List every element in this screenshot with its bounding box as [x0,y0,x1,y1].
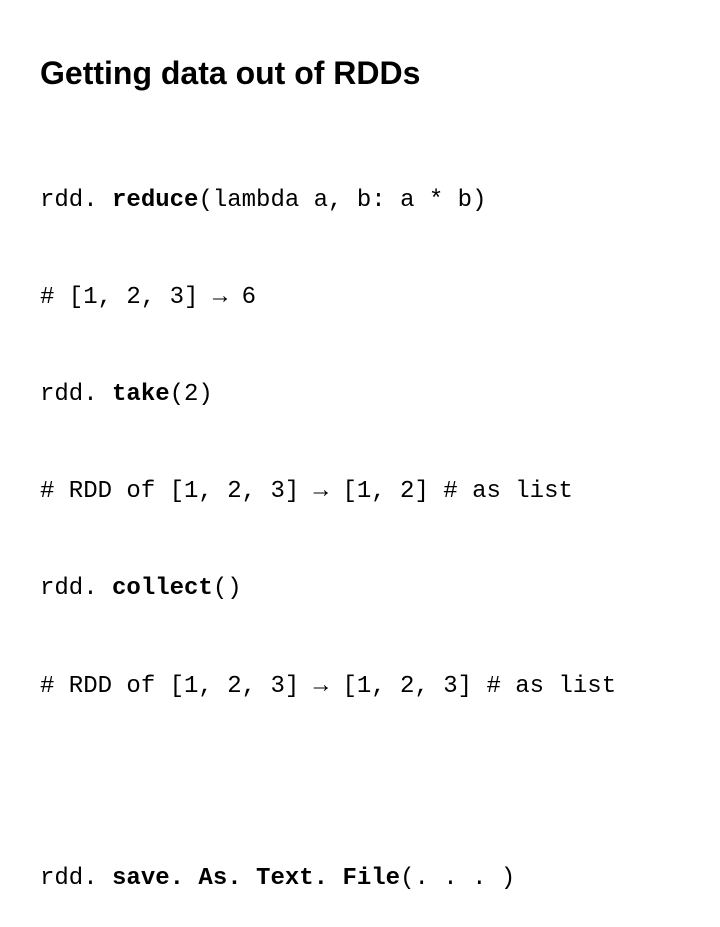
code-line-5: rdd. collect() [40,573,680,605]
code-prefix: # [1, 2, 3] → 6 [40,284,256,311]
code-prefix: # RDD of [1, 2, 3] → [1, 2] # as list [40,478,573,505]
code-bold: reduce [112,187,198,214]
code-suffix: (2) [170,381,213,408]
slide-title: Getting data out of RDDs [40,55,680,92]
code-bold: take [112,381,170,408]
code-bold: save. As. Text. File [112,865,400,892]
code-line-3: rdd. take(2) [40,379,680,411]
code-bold: collect [112,575,213,602]
code-prefix: # RDD of [1, 2, 3] → [1, 2, 3] # as list [40,673,616,700]
code-prefix: rdd. [40,381,112,408]
code-line-4: # RDD of [1, 2, 3] → [1, 2] # as list [40,476,680,508]
code-prefix: rdd. [40,187,112,214]
code-line-6: # RDD of [1, 2, 3] → [1, 2, 3] # as list [40,671,680,703]
code-suffix: (lambda a, b: a * b) [198,187,486,214]
code-line-1: rdd. reduce(lambda a, b: a * b) [40,185,680,217]
code-suffix: () [213,575,242,602]
code-block: rdd. reduce(lambda a, b: a * b) # [1, 2,… [40,120,680,927]
code-suffix: (. . . ) [400,865,515,892]
code-line-2: # [1, 2, 3] → 6 [40,282,680,314]
spacer [40,768,680,798]
code-prefix: rdd. [40,575,112,602]
code-line-7: rdd. save. As. Text. File(. . . ) [40,863,680,895]
code-prefix: rdd. [40,865,112,892]
